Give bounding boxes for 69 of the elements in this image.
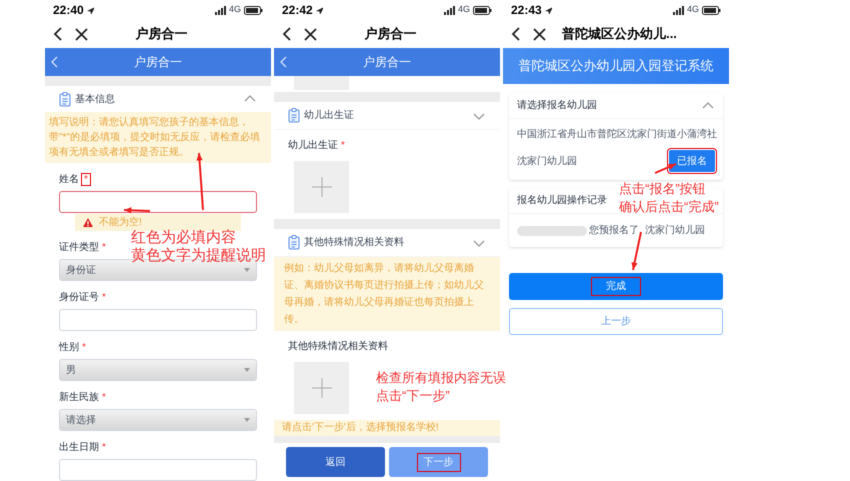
location-arrow-icon xyxy=(544,6,552,14)
input-field[interactable] xyxy=(59,191,257,213)
signal-icon xyxy=(672,6,684,14)
action-button[interactable]: 完成 xyxy=(509,273,723,300)
field-label: 证件类型 * xyxy=(59,240,106,255)
status-time: 22:40 xyxy=(53,2,84,19)
clipboard-icon xyxy=(59,92,71,106)
redaction-block xyxy=(517,226,587,236)
field-label: 其他特殊情况相关资料 xyxy=(288,340,388,354)
field-label: 身份证号 * xyxy=(59,291,106,305)
annotation-text: 点击“下一步” xyxy=(376,388,450,404)
location-arrow-icon xyxy=(86,6,94,14)
section-title: 基本信息 xyxy=(75,92,116,106)
header-title: 户房合一 xyxy=(133,54,183,71)
close-icon[interactable] xyxy=(304,28,317,40)
network-label: 4G xyxy=(228,3,241,16)
battery-icon xyxy=(244,6,263,14)
annotation-text: 确认后点击“完成” xyxy=(619,199,719,215)
action-button[interactable]: 上一步 xyxy=(509,308,723,335)
caret-icon xyxy=(244,368,250,372)
caret-icon xyxy=(244,268,250,272)
banner-title: 普陀城区公办幼儿园入园登记系统 xyxy=(503,48,729,84)
notice-text: 例如：幼儿父母如离异，请将幼儿父母离婚证、离婚协议书每页进行拍摄上传；如幼儿父母再婚，请将幼儿父母再婚证也每页拍摄上传。 xyxy=(274,257,500,331)
school-name: 沈家门幼儿园 xyxy=(645,224,705,238)
school-name: 沈家门幼儿园 xyxy=(517,154,578,168)
annotation-text: 红色为必填内容 xyxy=(131,229,236,247)
notice-text: 填写说明：请您认真填写您孩子的基本信息，带"*"的是必填项，提交时如无反应，请检查必填项有无填全或者填写是否正规。 xyxy=(45,112,271,163)
action-button[interactable]: 返回 xyxy=(286,447,385,477)
nav-title: 户房合一 xyxy=(134,25,188,44)
registered-button[interactable]: 已报名 xyxy=(669,150,715,172)
annotation-text: 点击“报名”按钮 xyxy=(619,181,706,197)
annotation-text: 检查所有填报内容无误 xyxy=(376,370,506,386)
network-label: 4G xyxy=(686,3,699,16)
nav-title: 普陀城区公办幼儿... xyxy=(561,25,678,44)
plus-icon xyxy=(312,378,332,398)
field-label: 幼儿出生证 * xyxy=(288,138,345,153)
battery-icon xyxy=(702,6,721,14)
back-icon[interactable] xyxy=(53,27,63,41)
status-time: 22:43 xyxy=(511,2,542,19)
select-field[interactable]: 请选择 xyxy=(59,409,257,431)
clipboard-icon xyxy=(288,235,300,250)
address-text: 中国浙江省舟山市普陀区沈家门街道小蒲湾社 xyxy=(516,128,718,142)
nav-title: 户房合一 xyxy=(364,25,418,44)
close-icon[interactable] xyxy=(75,28,88,40)
section-title: 幼儿出生证 xyxy=(304,108,355,123)
record-text: 您预报名了 xyxy=(589,224,639,238)
warning-icon xyxy=(83,218,93,227)
section-title: 其他特殊情况相关资料 xyxy=(304,236,405,250)
network-label: 4G xyxy=(458,3,470,16)
battery-icon xyxy=(473,6,492,14)
card-title: 请选择报名幼儿园 xyxy=(517,98,598,113)
back-icon[interactable] xyxy=(282,27,292,41)
select-field[interactable]: 男 xyxy=(59,359,257,381)
error-text: 不能为空! xyxy=(99,216,142,230)
clipboard-icon xyxy=(288,108,300,123)
caret-icon xyxy=(244,418,250,422)
back-icon[interactable] xyxy=(511,27,521,41)
signal-icon xyxy=(214,6,226,14)
close-icon[interactable] xyxy=(533,28,546,40)
header-title: 户房合一 xyxy=(362,54,412,71)
status-time: 22:42 xyxy=(282,2,313,19)
signal-icon xyxy=(444,6,455,14)
field-label: 出生日期 * xyxy=(59,440,106,455)
location-arrow-icon xyxy=(314,6,323,14)
plus-icon xyxy=(312,177,332,197)
field-label: 新生民族 * xyxy=(59,390,106,405)
notice-text: 请点击'下一步'后，选择预报名学校! xyxy=(274,420,500,436)
field-label: 姓名 * xyxy=(59,172,91,187)
field-label: 性别 * xyxy=(59,340,86,355)
